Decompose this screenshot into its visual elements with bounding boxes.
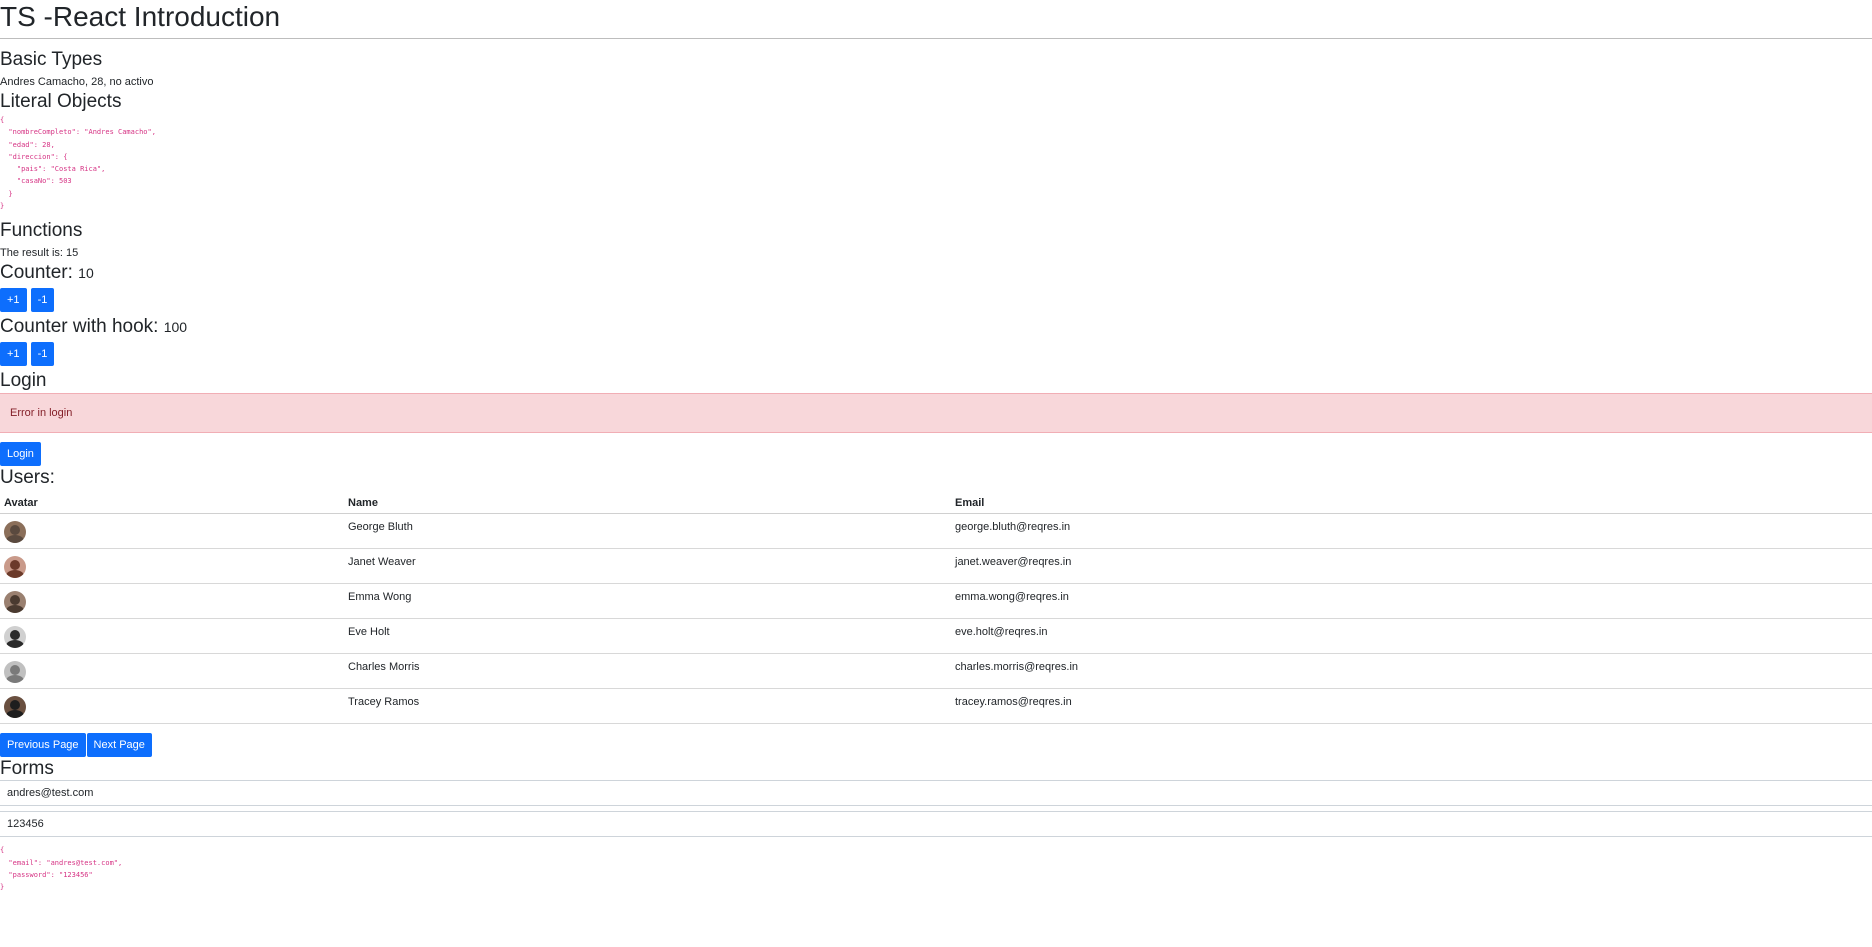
table-row: Charles Morris charles.morris@reqres.in bbox=[0, 653, 1872, 690]
counter-value: 10 bbox=[78, 265, 94, 282]
counter-hook-buttons: +1 -1 bbox=[0, 339, 1872, 369]
users-table-header: Avatar Name Email bbox=[0, 493, 1872, 515]
avatar-head bbox=[10, 664, 20, 675]
user-name: Charles Morris bbox=[344, 653, 951, 690]
user-email: charles.morris@reqres.in bbox=[951, 653, 1872, 690]
table-row: Eve Holt eve.holt@reqres.in bbox=[0, 618, 1872, 655]
avatar bbox=[4, 555, 26, 578]
avatar bbox=[4, 625, 26, 648]
avatar-cell bbox=[0, 688, 344, 725]
user-name: Emma Wong bbox=[344, 583, 951, 620]
password-input[interactable] bbox=[0, 811, 1872, 838]
counter-decrement-button[interactable]: -1 bbox=[30, 288, 55, 313]
avatar bbox=[4, 520, 26, 543]
counter-hook-decrement-button[interactable]: -1 bbox=[30, 342, 55, 367]
avatar-body bbox=[6, 639, 24, 648]
avatar-body bbox=[6, 674, 24, 683]
avatar-head bbox=[10, 594, 20, 605]
table-row: George Bluth george.bluth@reqres.in bbox=[0, 513, 1872, 550]
functions-result: The result is: 15 bbox=[0, 247, 79, 260]
avatar bbox=[4, 660, 26, 683]
user-name: George Bluth bbox=[344, 513, 951, 550]
table-row: Emma Wong emma.wong@reqres.in bbox=[0, 583, 1872, 620]
functions-heading: Functions bbox=[0, 220, 83, 242]
column-header-email: Email bbox=[951, 493, 1872, 515]
avatar-head bbox=[10, 524, 20, 535]
user-name: Tracey Ramos bbox=[344, 688, 951, 725]
avatar-cell bbox=[0, 618, 344, 655]
counter-hook-label: Counter with hook: bbox=[0, 316, 159, 338]
user-email: emma.wong@reqres.in bbox=[951, 583, 1872, 620]
literal-objects-json: { "nombreCompleto": "Andres Camacho", "e… bbox=[0, 116, 156, 211]
avatar-head bbox=[10, 559, 20, 570]
column-header-avatar: Avatar bbox=[0, 493, 344, 515]
user-name: Eve Holt bbox=[344, 618, 951, 655]
table-row: Tracey Ramos tracey.ramos@reqres.in bbox=[0, 688, 1872, 725]
users-heading: Users: bbox=[0, 467, 55, 489]
avatar-head bbox=[10, 699, 20, 710]
avatar-cell bbox=[0, 548, 344, 585]
counter-hook-increment-button[interactable]: +1 bbox=[0, 342, 27, 367]
page: TS -React Introduction Basic Types Andre… bbox=[0, 0, 1872, 894]
login-button[interactable]: Login bbox=[0, 442, 41, 467]
avatar-head bbox=[10, 629, 20, 640]
counter-hook-value: 100 bbox=[163, 319, 188, 336]
table-row: Janet Weaver janet.weaver@reqres.in bbox=[0, 548, 1872, 585]
login-heading: Login bbox=[0, 370, 47, 392]
basic-types-heading: Basic Types bbox=[0, 49, 103, 70]
users-table: Avatar Name Email George Bluth george.bl… bbox=[0, 493, 1872, 725]
previous-page-button[interactable]: Previous Page bbox=[0, 733, 86, 758]
login-error-alert: Error in login bbox=[0, 393, 1872, 434]
user-email: eve.holt@reqres.in bbox=[951, 618, 1872, 655]
avatar-body bbox=[6, 534, 24, 543]
counter-buttons: +1 -1 bbox=[0, 285, 1872, 315]
forms-heading: Forms bbox=[0, 758, 54, 780]
basic-types-text: Andres Camacho, 28, no activo bbox=[0, 76, 154, 88]
user-name: Janet Weaver bbox=[344, 548, 951, 585]
counter-label: Counter: bbox=[0, 262, 73, 284]
avatar-cell bbox=[0, 653, 344, 690]
forms-json: { "email": "andres@test.com", "password"… bbox=[0, 846, 123, 892]
user-email: janet.weaver@reqres.in bbox=[951, 548, 1872, 585]
email-input[interactable] bbox=[0, 780, 1872, 807]
counter-heading: Counter: 10 bbox=[0, 261, 1872, 285]
avatar-body bbox=[6, 709, 24, 718]
avatar-cell bbox=[0, 513, 344, 550]
avatar bbox=[4, 590, 26, 613]
avatar-body bbox=[6, 604, 24, 613]
literal-objects-heading: Literal Objects bbox=[0, 91, 122, 112]
user-email: george.bluth@reqres.in bbox=[951, 513, 1872, 550]
avatar-body bbox=[6, 569, 24, 578]
user-email: tracey.ramos@reqres.in bbox=[951, 688, 1872, 725]
avatar bbox=[4, 695, 26, 718]
column-header-name: Name bbox=[344, 493, 951, 515]
counter-increment-button[interactable]: +1 bbox=[0, 288, 27, 313]
next-page-button[interactable]: Next Page bbox=[86, 733, 152, 758]
counter-hook-heading: Counter with hook: 100 bbox=[0, 315, 1872, 339]
page-title: TS -React Introduction bbox=[0, 0, 1872, 39]
avatar-cell bbox=[0, 583, 344, 620]
